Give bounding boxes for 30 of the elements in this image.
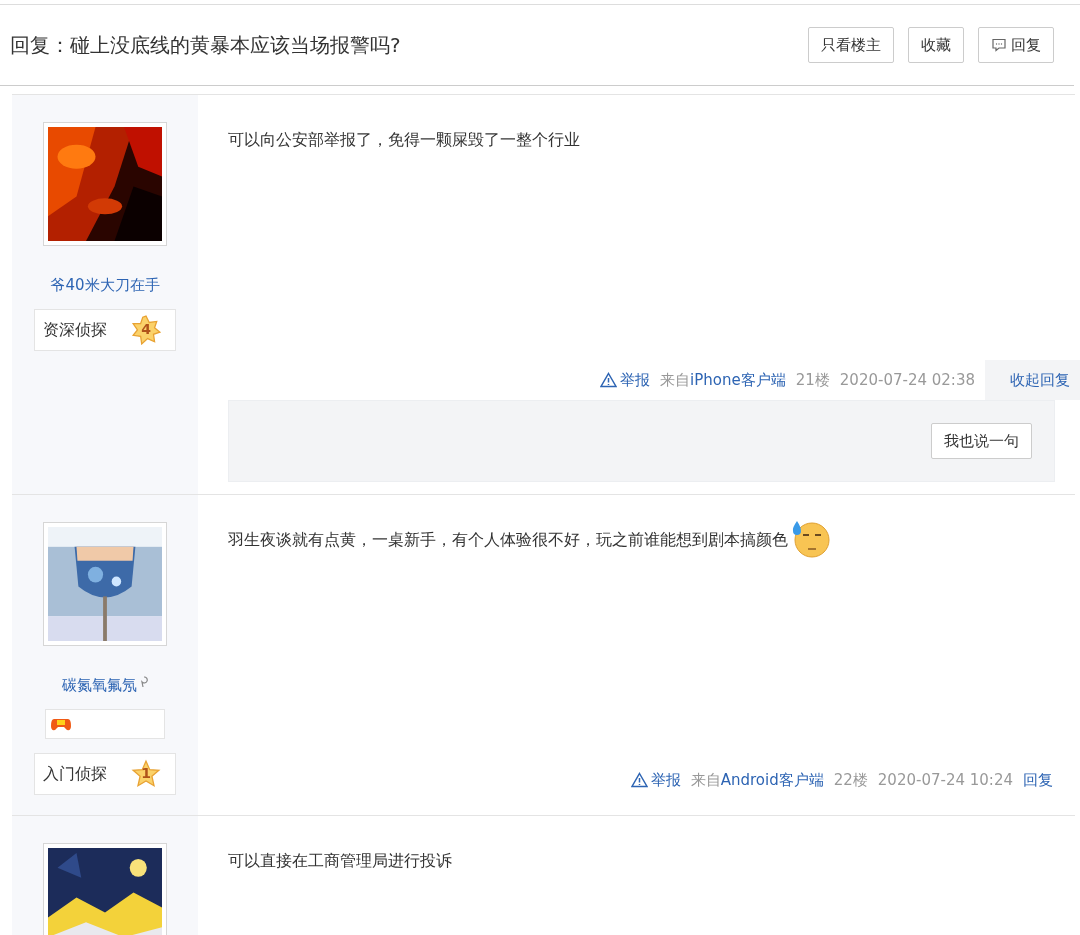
warning-icon xyxy=(600,372,618,388)
post-time: 2020-07-24 10:24 xyxy=(877,771,1013,789)
source-label: 来自 xyxy=(690,770,721,790)
post-text: 可以向公安部举报了，免得一颗屎毁了一整个行业 xyxy=(228,130,580,151)
source-label: 来自 xyxy=(660,370,691,390)
comment-icon xyxy=(991,37,1007,53)
rank-label: 入门侦探 xyxy=(43,763,107,785)
client-link[interactable]: Android客户端 xyxy=(720,770,824,790)
username-link[interactable]: 爷40米大刀在手 xyxy=(50,276,160,295)
thread-title: 回复：碰上没底线的黄暴本应该当场报警吗? xyxy=(10,31,401,59)
post-time: 2020-07-24 02:38 xyxy=(839,371,975,389)
toolbar-button[interactable]: 收藏 xyxy=(908,27,964,63)
toolbar-button[interactable]: 只看楼主 xyxy=(808,27,894,63)
warning-icon xyxy=(630,772,648,788)
rank-badge-icon: 4 xyxy=(131,315,161,345)
username-link[interactable]: 碳氮氧氟氖 xyxy=(62,676,137,695)
report-link[interactable]: 举报 xyxy=(630,770,681,790)
floor-number: 21楼 xyxy=(795,370,830,390)
client-link[interactable]: iPhone客户端 xyxy=(690,370,786,390)
reply-button[interactable]: 回复 xyxy=(978,27,1054,63)
rank-badge-icon: 1 xyxy=(131,759,161,789)
post-text: 可以直接在工商管理局进行投诉 xyxy=(228,851,452,872)
reply-toggle-link[interactable]: 收起回复 xyxy=(985,360,1080,400)
reply-toggle-link[interactable]: 回复 xyxy=(1023,770,1075,790)
comment-button[interactable]: 我也说一句 xyxy=(931,423,1032,459)
post-text: 羽生夜谈就有点黄，一桌新手，有个人体验很不好，玩之前谁能想到剧本搞颜色 xyxy=(228,530,788,551)
report-link[interactable]: 举报 xyxy=(600,370,651,390)
rank-label: 资深侦探 xyxy=(43,319,107,341)
floor-number: 22楼 xyxy=(833,770,868,790)
gamepad-icon xyxy=(50,716,72,732)
